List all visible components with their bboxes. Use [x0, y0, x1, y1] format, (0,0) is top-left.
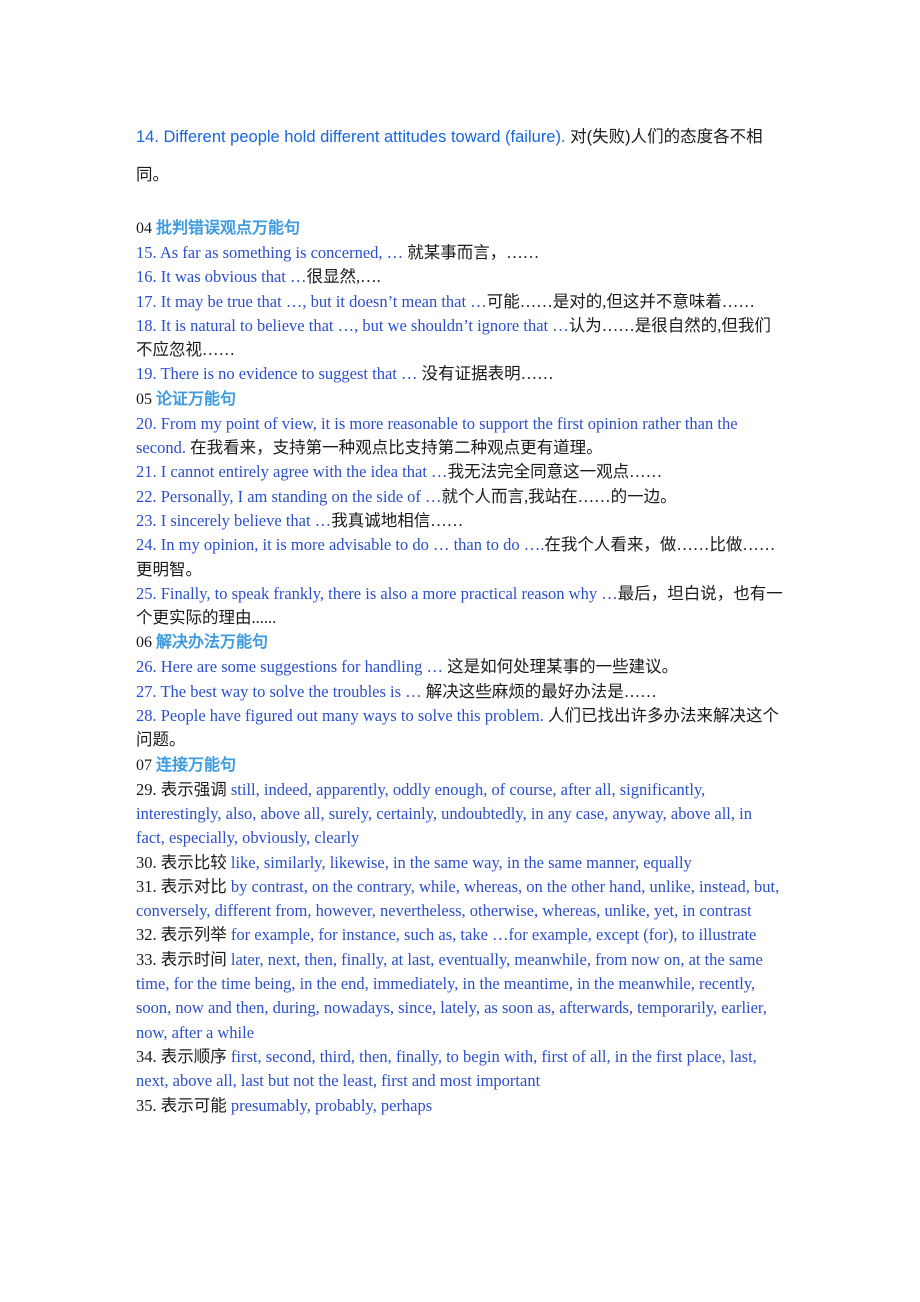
- section-title: 解决办法万能句: [156, 634, 269, 652]
- entry-english: 23. I sincerely believe that …: [136, 510, 332, 530]
- entry-chinese: 就某事而言，……: [403, 243, 540, 262]
- sentence-entry: 16. It was obvious that …很显然,….: [136, 265, 784, 289]
- entry-chinese: 就个人而言,我站在……的一边。: [441, 486, 677, 506]
- entry-english: 22. Personally, I am standing on the sid…: [136, 486, 442, 506]
- connector-entry: 29. 表示强调 still, indeed, apparently, oddl…: [136, 778, 784, 851]
- section-number: 05: [136, 390, 152, 408]
- connector-word-list: presumably, probably, perhaps: [226, 1095, 433, 1115]
- sections-container: 04 批判错误观点万能句 15. As far as something is co…: [136, 216, 784, 1118]
- document-content: 14. Different people hold different atti…: [136, 118, 784, 1118]
- connector-label: 30. 表示比较: [136, 852, 227, 872]
- lead-entry: 14. Different people hold different atti…: [136, 118, 784, 194]
- connector-entry: 30. 表示比较 like, similarly, likewise, in t…: [136, 851, 784, 875]
- connector-word-list: for example, for instance, such as, take…: [226, 925, 757, 945]
- lead-entry-english: 14. Different people hold different atti…: [136, 128, 566, 146]
- entry-chinese: 这是如何处理某事的一些建议。: [443, 657, 679, 677]
- sentence-entry: 18. It is natural to believe that …, but…: [136, 314, 784, 363]
- entry-english: 18. It is natural to believe that …, but…: [136, 315, 569, 335]
- connector-word-list: like, similarly, likewise, in the same w…: [226, 852, 692, 872]
- entry-english: 25. Finally, to speak frankly, there is …: [136, 583, 618, 603]
- connector-entry: 33. 表示时间 later, next, then, finally, at …: [136, 948, 784, 1045]
- connector-label: 32. 表示列举: [136, 925, 227, 945]
- connector-label: 35. 表示可能: [136, 1095, 227, 1115]
- sentence-entry: 19. There is no evidence to suggest that…: [136, 362, 784, 386]
- entry-english: 15. As far as something is concerned, …: [136, 243, 404, 262]
- connector-entry: 31. 表示对比 by contrast, on the contrary, w…: [136, 875, 784, 924]
- section-number: 04: [136, 220, 152, 237]
- entry-chinese: 没有证据表明……: [417, 364, 554, 384]
- sentence-entry: 17. It may be true that …, but it doesn’…: [136, 290, 784, 314]
- entry-english: 24. In my opinion, it is more advisable …: [136, 535, 545, 555]
- section-number: 06: [136, 634, 152, 652]
- connector-label: 31. 表示对比: [136, 876, 227, 896]
- section-title: 连接万能句: [156, 756, 237, 774]
- section-header: 07 连接万能句: [136, 753, 784, 778]
- entry-chinese: 我真诚地相信……: [331, 510, 464, 530]
- connector-word-list: later, next, then, finally, at last, eve…: [136, 949, 767, 1042]
- section-title: 批判错误观点万能句: [156, 220, 301, 237]
- sentence-entry: 27. The best way to solve the troubles i…: [136, 680, 784, 704]
- sentence-entry: 21. I cannot entirely agree with the ide…: [136, 460, 784, 484]
- sentence-entry: 20. From my point of view, it is more re…: [136, 412, 784, 461]
- sentence-entry: 24. In my opinion, it is more advisable …: [136, 533, 784, 582]
- connector-entry: 35. 表示可能 presumably, probably, perhaps: [136, 1094, 784, 1118]
- section-header: 05 论证万能句: [136, 387, 784, 412]
- sentence-entry: 15. As far as something is concerned, … …: [136, 241, 784, 265]
- connector-label: 29. 表示强调: [136, 779, 227, 799]
- connector-label: 33. 表示时间: [136, 949, 227, 969]
- entry-english: 21. I cannot entirely agree with the ide…: [136, 462, 448, 482]
- connector-entry: 32. 表示列举 for example, for instance, such…: [136, 923, 784, 947]
- section-title: 论证万能句: [156, 390, 237, 408]
- document-page: 14. Different people hold different atti…: [0, 0, 920, 1302]
- section-number: 07: [136, 756, 152, 774]
- sentence-entry: 28. People have figured out many ways to…: [136, 704, 784, 753]
- connector-word-list: still, indeed, apparently, oddly enough,…: [136, 779, 752, 848]
- sentence-entry: 26. Here are some suggestions for handli…: [136, 655, 784, 679]
- entry-english: 28. People have figured out many ways to…: [136, 706, 544, 726]
- sentence-entry: 22. Personally, I am standing on the sid…: [136, 485, 784, 509]
- entry-chinese: 我无法完全同意这一观点……: [447, 462, 663, 482]
- entry-english: 17. It may be true that …, but it doesn’…: [136, 291, 487, 311]
- connector-word-list: first, second, third, then, finally, to …: [136, 1046, 757, 1091]
- connector-entry: 34. 表示顺序 first, second, third, then, fin…: [136, 1045, 784, 1094]
- entry-chinese: 可能……是对的,但这并不意味着……: [486, 291, 755, 311]
- entry-chinese: 很显然,….: [306, 267, 381, 287]
- connector-word-list: by contrast, on the contrary, while, whe…: [136, 876, 780, 921]
- sentence-entry: 23. I sincerely believe that …我真诚地相信……: [136, 509, 784, 533]
- section-header: 04 批判错误观点万能句: [136, 216, 784, 241]
- sentence-entry: 25. Finally, to speak frankly, there is …: [136, 582, 784, 631]
- connector-label: 34. 表示顺序: [136, 1046, 227, 1066]
- entry-chinese: 在我看来，支持第一种观点比支持第二种观点更有道理。: [185, 438, 603, 458]
- entry-english: 27. The best way to solve the troubles i…: [136, 681, 422, 701]
- entry-english: 26. Here are some suggestions for handli…: [136, 657, 444, 677]
- entry-english: 19. There is no evidence to suggest that…: [136, 364, 418, 384]
- entry-chinese: 解决这些麻烦的最好办法是……: [421, 681, 657, 701]
- section-header: 06 解决办法万能句: [136, 630, 784, 655]
- entry-english: 16. It was obvious that …: [136, 267, 307, 287]
